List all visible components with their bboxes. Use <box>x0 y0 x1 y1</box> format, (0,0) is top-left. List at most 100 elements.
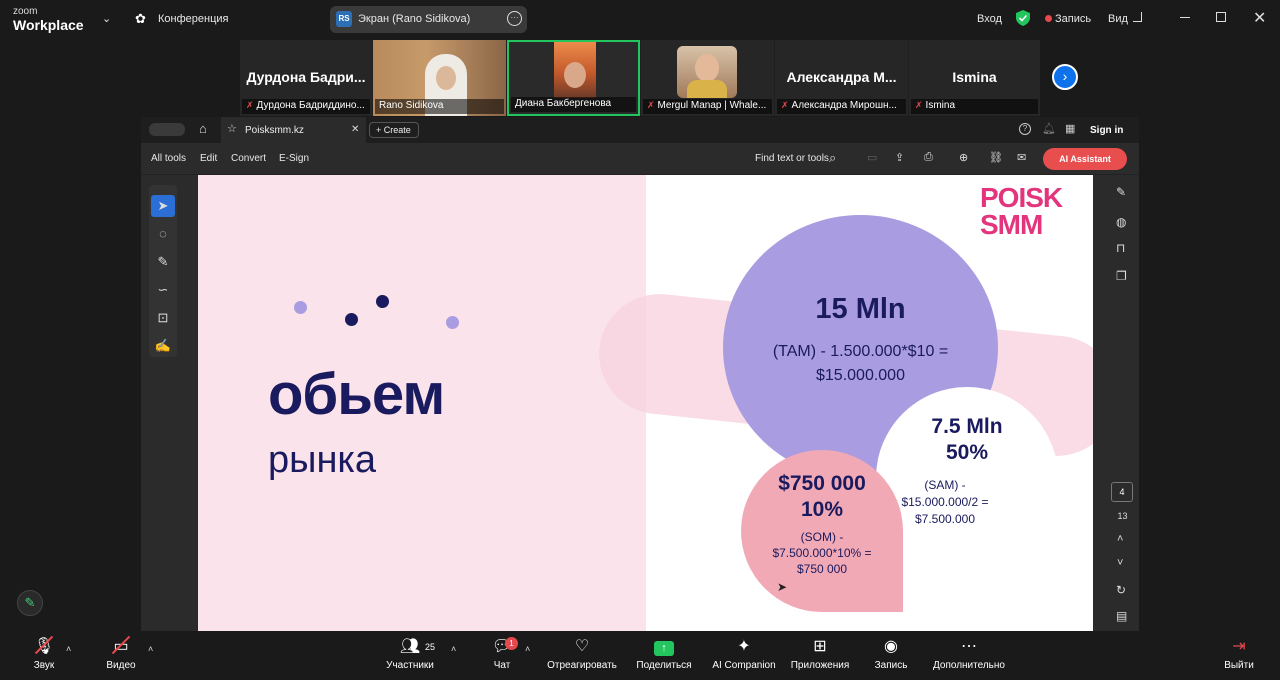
login-button[interactable]: Вход <box>977 13 1002 25</box>
ai-assistant-button[interactable]: AI Assistant <box>1043 148 1127 170</box>
apps-grid-icon[interactable]: ▦ <box>1065 122 1075 135</box>
bookmark-icon[interactable]: ⊓ <box>1116 241 1125 255</box>
save-icon[interactable]: ▭ <box>867 151 877 164</box>
page-number-input[interactable]: 4 <box>1111 482 1133 502</box>
apps-button[interactable]: ⊞ Приложения <box>786 632 854 680</box>
help-icon[interactable]: ? <box>1019 123 1031 135</box>
leave-button[interactable]: ⇥ Выйти <box>1220 632 1258 680</box>
participant-name: ✗ Ismina <box>911 99 1038 114</box>
minimize-icon[interactable] <box>1180 17 1190 18</box>
signature-icon[interactable]: ✍ <box>151 335 175 357</box>
chat-options-chevron-icon[interactable]: ˄ <box>525 644 530 654</box>
mic-muted-icon: ✗ <box>915 100 923 110</box>
share-screen-button[interactable]: ↑ Поделиться <box>634 632 694 680</box>
participants-count: 25 <box>425 642 436 652</box>
screen-share-pill[interactable]: RS Экран (Rano Sidikova) ··· <box>330 6 527 33</box>
document-tab[interactable]: ☆ Poisksmm.kz ✕ <box>221 117 366 143</box>
participant-tile[interactable]: Ismina ✗ Ismina <box>909 40 1040 116</box>
meeting-info-icon[interactable]: ✿ <box>135 11 146 27</box>
share-link-icon[interactable]: ⊕ <box>959 151 968 164</box>
meeting-label[interactable]: Конференция <box>158 13 228 25</box>
participant-display-name: Дурдона Бадри... <box>246 69 366 85</box>
text-box-icon[interactable]: ⊡ <box>151 307 175 329</box>
lasso-icon[interactable]: ∽ <box>151 279 175 301</box>
participant-tile[interactable]: ✗ Mergul Manap | Whale... <box>641 40 774 116</box>
poisk-smm-logo: POISK SMM <box>980 182 1063 240</box>
chevron-down-icon[interactable]: ⌄ <box>102 12 111 25</box>
close-icon[interactable]: ✕ <box>1253 8 1266 28</box>
mic-options-chevron-icon[interactable]: ˄ <box>66 644 71 654</box>
menu-all-tools[interactable]: All tools <box>151 153 186 164</box>
participant-strip: Дурдона Бадри... ✗ Дурдона Бадриддино... … <box>240 40 1040 116</box>
shared-screen: ⌂ ☆ Poisksmm.kz ✕ + Create ? 🔔︎ ▦ Sign i… <box>141 117 1139 631</box>
mic-label: Звук <box>33 660 55 671</box>
next-page-arrow-icon[interactable]: › <box>1052 64 1078 90</box>
menu-e-sign[interactable]: E-Sign <box>279 153 309 164</box>
search-icon[interactable]: ⌕ <box>829 150 836 166</box>
slide-title: обьем <box>268 362 445 427</box>
rotate-icon[interactable]: ↻ <box>1116 583 1126 597</box>
page-up-icon[interactable]: ˄ <box>1117 533 1123 545</box>
upload-icon[interactable]: ⇪ <box>895 151 904 164</box>
participant-tile[interactable]: Дурдона Бадри... ✗ Дурдона Бадриддино... <box>240 40 372 116</box>
record-status[interactable]: Запись <box>1055 13 1091 25</box>
participant-face <box>695 54 719 82</box>
home-icon[interactable]: ⌂ <box>199 121 207 136</box>
video-options-chevron-icon[interactable]: ˄ <box>148 644 153 654</box>
ai-companion-button[interactable]: ✦ AI Companion <box>708 632 780 680</box>
star-icon[interactable]: ☆ <box>227 122 237 135</box>
slide-subtitle: рынка <box>268 439 377 481</box>
mic-muted-icon: ✗ <box>781 100 789 110</box>
sign-in-button[interactable]: Sign in <box>1090 125 1123 136</box>
document-icon[interactable]: ▤ <box>1116 609 1127 623</box>
bell-icon[interactable]: 🔔︎ <box>1042 122 1056 135</box>
participant-display-name: Александра М... <box>786 69 897 85</box>
comments-panel-icon[interactable]: ✎ <box>1116 185 1126 199</box>
left-tool-panel: ➤ ◌ ✎ ∽ ⊡ ✍ <box>149 185 177 357</box>
page-down-icon[interactable]: ˅ <box>1117 557 1123 569</box>
more-options-icon[interactable]: ··· <box>507 11 522 26</box>
pages-icon[interactable]: ❐ <box>1116 269 1127 283</box>
shield-icon[interactable] <box>1016 10 1030 26</box>
close-tab-icon[interactable]: ✕ <box>351 124 359 135</box>
record-label: Запись <box>874 660 908 671</box>
leave-label: Выйти <box>1224 660 1254 671</box>
record-button[interactable]: ◉ Запись <box>868 632 914 680</box>
leave-icon: ⇥ <box>1232 638 1246 655</box>
more-button[interactable]: ⋯ Дополнительно <box>928 632 1010 680</box>
select-cursor-icon[interactable]: ➤ <box>151 195 175 217</box>
sam-value: 7.5 Mln <box>931 415 1003 438</box>
find-tools-input[interactable]: Find text or tools <box>755 153 829 164</box>
window-controls[interactable] <box>149 123 185 136</box>
menu-edit[interactable]: Edit <box>200 153 217 164</box>
tam-total: $15.000.000 <box>816 367 905 384</box>
decor-dot <box>446 316 459 329</box>
email-icon[interactable]: ✉ <box>1017 151 1026 164</box>
participant-tile[interactable]: Rano Sidikova <box>373 40 506 116</box>
link-icon[interactable]: ⛓︎ <box>989 151 1003 164</box>
participants-options-chevron-icon[interactable]: ˄ <box>451 644 456 654</box>
react-button[interactable]: ♡ Отреагировать <box>544 632 620 680</box>
zoom-logo-line2: Workplace <box>13 17 84 33</box>
view-button[interactable]: Вид <box>1108 13 1128 25</box>
participant-face <box>564 62 586 88</box>
menu-convert[interactable]: Convert <box>231 153 266 164</box>
create-button[interactable]: + Create <box>369 122 419 138</box>
participant-tile-active[interactable]: Диана Бакбергенова <box>507 40 640 116</box>
annotate-pen-icon[interactable]: ✎ <box>17 590 43 616</box>
som-value: $750 000 <box>778 472 866 495</box>
chat-panel-icon[interactable]: ◍ <box>1116 215 1126 229</box>
maximize-icon[interactable] <box>1216 12 1226 22</box>
participant-tile[interactable]: Александра М... ✗ Александра Мирошн... <box>775 40 908 116</box>
video-button[interactable]: ▭ Видео <box>100 632 142 680</box>
comment-icon[interactable]: ◌ <box>151 223 175 245</box>
pencil-icon[interactable]: ✎ <box>151 251 175 273</box>
acrobat-tab-bar: ⌂ ☆ Poisksmm.kz ✕ + Create ? 🔔︎ ▦ Sign i… <box>141 117 1139 143</box>
participants-button[interactable]: 👥︎ Участники <box>384 632 436 680</box>
view-grid-icon[interactable] <box>1133 12 1142 22</box>
mic-button[interactable]: 🎙︎ Звук <box>24 632 64 680</box>
heart-icon: ♡ <box>574 638 590 655</box>
decor-dot <box>376 295 389 308</box>
print-icon[interactable]: ⎙ <box>924 151 933 164</box>
decor-dot <box>345 313 358 326</box>
